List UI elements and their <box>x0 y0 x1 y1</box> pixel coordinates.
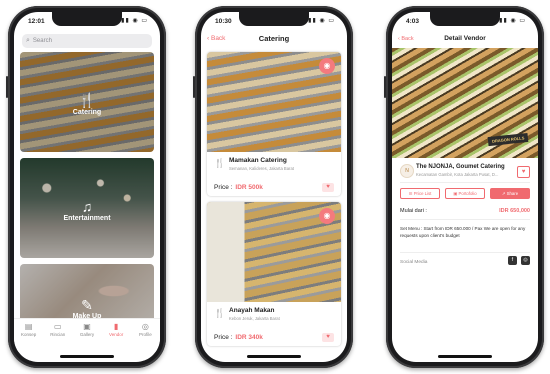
tab-label: Vendor <box>109 332 124 337</box>
screen: 12:01 ▮▮ ◉ ▭ ⌕ Search 🍴 Catering ♫ Enter… <box>14 12 160 362</box>
divider <box>400 219 530 220</box>
tab-rincian[interactable]: ▭ Rincian <box>46 322 70 337</box>
button-label: Price List <box>413 191 432 196</box>
vendor-name: The NJONJA, Goumet Catering <box>416 164 505 170</box>
mulai-label: Mulai dari : <box>400 208 427 214</box>
listing-name: Mamakan Catering <box>229 157 287 164</box>
home-indicator <box>247 355 301 358</box>
makeup-icon: ✎ <box>81 296 93 313</box>
rincian-icon: ▭ <box>54 322 62 331</box>
listing-price: Price : IDR 340k <box>214 334 263 341</box>
vendor-address: Kecamatan Gambir, Kota Jakarta Pusat, D.… <box>416 172 499 177</box>
listing-address: Kebon Jeruk, Jakarta Barat <box>229 316 280 321</box>
category-label: Entertainment <box>63 215 111 222</box>
notch <box>239 12 309 26</box>
utensils-icon: 🍴 <box>214 308 226 318</box>
price-list-button[interactable]: ☰ Price List <box>400 188 440 199</box>
gallery-icon: ▣ <box>83 322 91 331</box>
location-pin-icon[interactable]: ◉ <box>319 208 335 224</box>
status-icons: ▮▮ ◉ ▭ <box>499 18 526 24</box>
status-time: 4:03 <box>406 18 420 25</box>
favorite-heart-icon[interactable]: ♥ <box>517 166 530 178</box>
social-icons: f ◎ <box>508 256 530 265</box>
price-label: Price : <box>214 184 233 191</box>
tab-vendor[interactable]: ▮ Vendor <box>104 322 128 337</box>
nav-bar: ‹ Back Catering <box>201 30 347 48</box>
screen: 4:03 ▮▮ ◉ ▭ ‹ Back Detail Vendor DRAGON … <box>392 12 538 362</box>
notch <box>52 12 122 26</box>
listing-name: Anayah Makan <box>229 307 275 314</box>
tab-gallery[interactable]: ▣ Gallery <box>75 322 99 337</box>
konsep-icon: ▤ <box>24 322 33 331</box>
phone-catering-list: 10:30 ▮▮ ◉ ▭ ‹ Back Catering ◉ 🍴 Mamakan… <box>193 6 353 368</box>
social-media-label: Social Media <box>400 260 428 265</box>
search-input[interactable]: ⌕ Search <box>22 34 152 48</box>
price-label: Price : <box>214 334 233 341</box>
vendor-logo: N <box>400 164 414 178</box>
location-pin-icon[interactable]: ◉ <box>319 58 335 74</box>
hero-sign: DRAGON ROLLS <box>487 132 529 147</box>
tab-label: Rincian <box>50 332 66 337</box>
search-icon: ⌕ <box>26 37 30 44</box>
back-label: Back <box>401 36 414 42</box>
category-card-entertainment[interactable]: ♫ Entertainment <box>20 158 154 258</box>
button-label: Portofolio <box>458 191 477 196</box>
search-placeholder: Search <box>32 38 52 44</box>
price-value: IDR 340k <box>235 334 263 341</box>
status-time: 10:30 <box>215 18 232 25</box>
vendor-icon: ▮ <box>113 322 119 331</box>
entertainment-icon: ♫ <box>81 198 93 215</box>
back-button[interactable]: ‹ Back <box>398 30 414 48</box>
back-label: Back <box>210 35 226 42</box>
nav-bar: ‹ Back Detail Vendor <box>392 30 538 48</box>
set-menu-text: Set Menu : Start from IDR 650.000 / Pax … <box>400 226 526 238</box>
divider <box>400 252 530 253</box>
category-card-catering[interactable]: 🍴 Catering <box>20 52 154 152</box>
button-label: Share <box>506 191 519 196</box>
facebook-icon[interactable]: f <box>508 256 517 265</box>
home-indicator <box>438 355 492 358</box>
action-buttons: ☰ Price List ▣ Portofolio ↗ Share <box>400 188 530 199</box>
utensils-icon: 🍴 <box>78 91 96 108</box>
instagram-icon[interactable]: ◎ <box>521 256 530 265</box>
portfolio-button[interactable]: ▣ Portofolio <box>445 188 485 199</box>
tab-label: Gallery <box>79 332 95 337</box>
listing-card[interactable]: ◉ 🍴 Anayah Makan Kebon Jeruk, Jakarta Ba… <box>207 202 341 346</box>
price-value: IDR 500k <box>235 184 263 191</box>
listing-card[interactable]: ◉ 🍴 Mamakan Catering Semanan, Kalideres,… <box>207 52 341 196</box>
tab-bar: ▤ Konsep ▭ Rincian ▣ Gallery ▮ Vendor ◎ … <box>14 318 160 352</box>
listing-address: Semanan, Kalideres, Jakarta Barat <box>229 166 294 171</box>
back-button[interactable]: ‹ Back <box>207 30 225 48</box>
notch <box>430 12 500 26</box>
phone-home: 12:01 ▮▮ ◉ ▭ ⌕ Search 🍴 Catering ♫ Enter… <box>6 6 166 368</box>
status-icons: ▮▮ ◉ ▭ <box>308 18 335 24</box>
tab-profile[interactable]: ◎ Profile <box>133 322 157 337</box>
mulai-value: IDR 650,000 <box>499 208 530 214</box>
phone-vendor-detail: 4:03 ▮▮ ◉ ▭ ‹ Back Detail Vendor DRAGON … <box>384 6 544 368</box>
listing-price: Price : IDR 500k <box>214 184 263 191</box>
status-icons: ▮▮ ◉ ▭ <box>121 18 148 24</box>
share-button[interactable]: ↗ Share <box>490 188 530 199</box>
page-title: Detail Vendor <box>444 35 486 42</box>
profile-icon: ◎ <box>141 322 149 331</box>
home-indicator <box>60 355 114 358</box>
tab-label: Profile <box>138 332 152 337</box>
category-card-makeup[interactable]: ✎ Make Up <box>20 264 154 324</box>
status-time: 12:01 <box>28 18 45 25</box>
tab-konsep[interactable]: ▤ Konsep <box>17 322 41 337</box>
favorite-heart-icon[interactable]: ♥ <box>322 333 334 342</box>
category-label: Catering <box>72 109 102 116</box>
favorite-heart-icon[interactable]: ♥ <box>322 183 334 192</box>
utensils-icon: 🍴 <box>214 158 226 168</box>
page-title: Catering <box>258 34 290 43</box>
divider <box>400 182 530 183</box>
tab-label: Konsep <box>20 332 37 337</box>
vendor-hero-photo: DRAGON ROLLS <box>392 48 538 158</box>
screen: 10:30 ▮▮ ◉ ▭ ‹ Back Catering ◉ 🍴 Mamakan… <box>201 12 347 362</box>
